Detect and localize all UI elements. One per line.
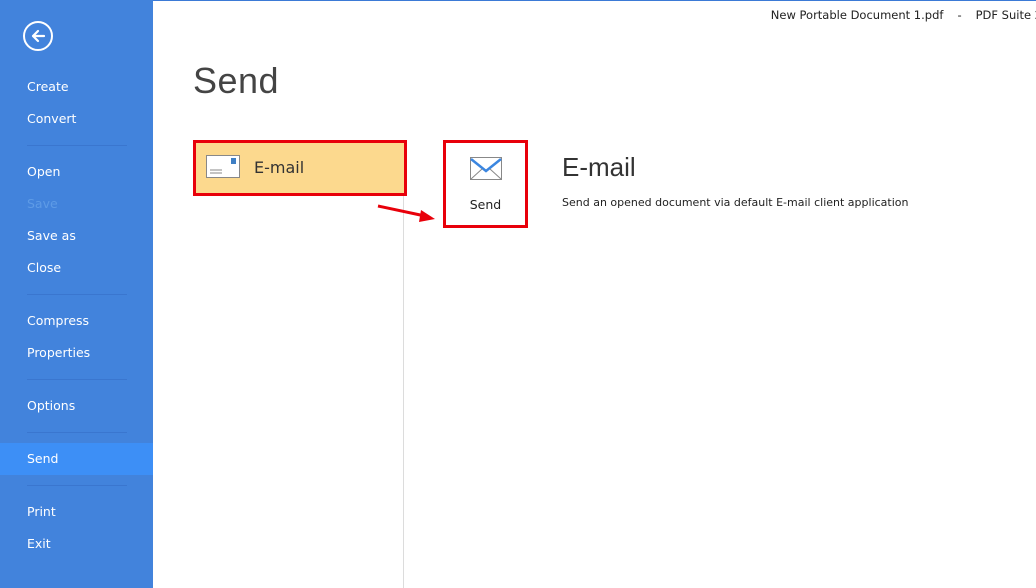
window-top-border	[153, 0, 1036, 1]
sidebar-item-create[interactable]: Create	[0, 71, 153, 103]
sidebar-divider	[27, 485, 127, 486]
sidebar-item-close[interactable]: Close	[0, 252, 153, 284]
envelope-icon	[206, 155, 240, 178]
sidebar-divider	[27, 379, 127, 380]
sidebar-item-convert[interactable]: Convert	[0, 103, 153, 135]
send-option-email[interactable]: E-mail	[193, 140, 407, 196]
mail-icon	[470, 157, 502, 180]
sidebar-item-open[interactable]: Open	[0, 156, 153, 188]
title-separator: -	[957, 8, 962, 22]
arrow-left-icon	[31, 29, 46, 43]
detail-title: E-mail	[562, 152, 636, 182]
annotation-arrow	[377, 204, 435, 222]
sidebar-divider	[27, 294, 127, 295]
panel-divider	[403, 196, 404, 588]
back-button[interactable]	[23, 21, 53, 51]
document-name: New Portable Document 1.pdf	[770, 8, 944, 22]
app-name: PDF Suite 2	[975, 8, 1036, 22]
sidebar-divider	[27, 432, 127, 433]
page-title: Send	[193, 60, 280, 101]
sidebar-item-save: Save	[27, 196, 58, 211]
option-label: E-mail	[254, 158, 305, 177]
sidebar: Create Convert Open Save Save as Close C…	[0, 0, 153, 588]
window-title: New Portable Document 1.pdf - PDF Suite 2	[771, 8, 1036, 22]
sidebar-item-print[interactable]: Print	[0, 496, 153, 528]
send-button-label: Send	[469, 197, 502, 212]
sidebar-item-options[interactable]: Options	[0, 390, 153, 422]
sidebar-item-save-as[interactable]: Save as	[0, 220, 153, 252]
sidebar-item-properties[interactable]: Properties	[0, 337, 153, 369]
sidebar-item-exit[interactable]: Exit	[0, 528, 153, 560]
send-email-button[interactable]: Send	[443, 140, 528, 228]
sidebar-item-send[interactable]: Send	[0, 443, 153, 475]
detail-description: Send an opened document via default E-ma…	[562, 196, 909, 209]
sidebar-item-compress[interactable]: Compress	[0, 305, 153, 337]
sidebar-divider	[27, 145, 127, 146]
